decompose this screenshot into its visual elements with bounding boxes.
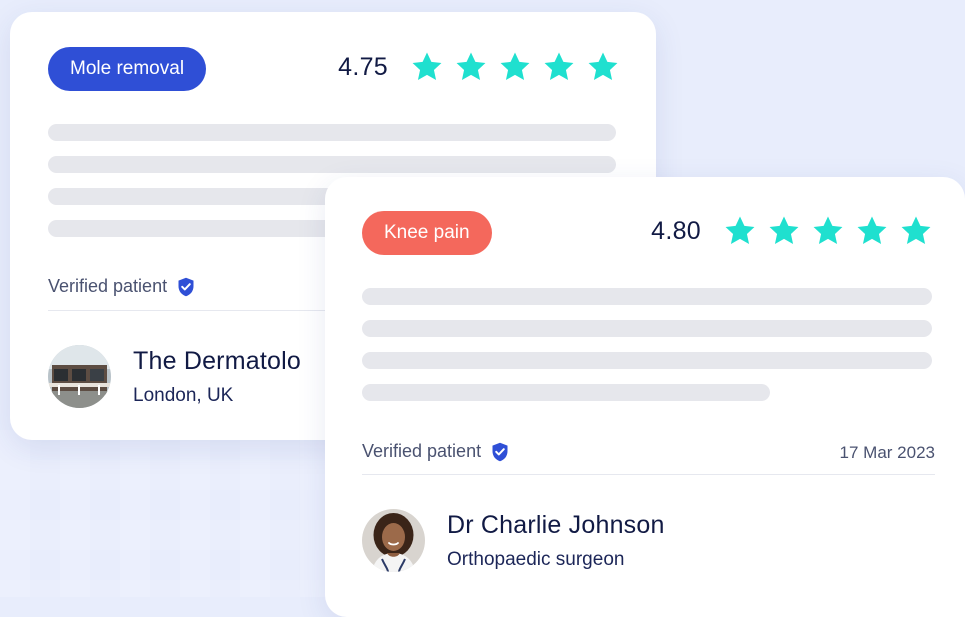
verified-shield-icon [177,277,195,297]
verified-shield-icon [491,442,509,462]
text-placeholder-line [48,124,616,141]
doctor-profile[interactable]: Dr Charlie Johnson Orthopaedic surgeon [362,509,665,572]
star-icon [811,214,845,248]
clinic-location: London, UK [133,384,234,406]
verified-patient-label: Verified patient [362,441,509,462]
star-icon [899,214,933,248]
star-icon [542,50,576,84]
star-icon [498,50,532,84]
star-icon [723,214,757,248]
star-icon [454,50,488,84]
text-placeholder-line [362,384,770,401]
text-placeholder-line [48,156,616,173]
verified-text: Verified patient [48,276,168,296]
review-text-placeholder [362,288,932,416]
review-card-knee-pain[interactable]: Knee pain 4.80 Verified patient 17 Mar 2… [325,177,965,617]
star-icon [410,50,444,84]
star-icon [855,214,889,248]
text-placeholder-line [362,320,932,337]
review-date: 17 Mar 2023 [839,443,935,462]
treatment-tag[interactable]: Mole removal [48,47,207,91]
doctor-info: Dr Charlie Johnson Orthopaedic surgeon [447,511,665,571]
background-pattern [0,430,340,597]
doctor-specialty: Orthopaedic surgeon [447,548,625,570]
rating: 4.75 [338,50,620,84]
clinic-name[interactable]: The Dermatolo [133,347,301,376]
clinic-info: The Dermatolo London, UK [133,347,301,407]
verified-patient-label: Verified patient [48,276,195,297]
rating: 4.80 [651,214,933,248]
text-placeholder-line [362,288,932,305]
rating-value: 4.75 [338,52,388,81]
divider [362,474,935,475]
doctor-name[interactable]: Dr Charlie Johnson [447,511,665,540]
verified-text: Verified patient [362,441,482,461]
star-icon [586,50,620,84]
star-icon [767,214,801,248]
clinic-profile[interactable]: The Dermatolo London, UK [48,345,301,408]
treatment-tag[interactable]: Knee pain [362,211,492,255]
doctor-avatar [362,509,425,572]
rating-value: 4.80 [651,216,701,245]
text-placeholder-line [362,352,932,369]
clinic-avatar [48,345,111,408]
